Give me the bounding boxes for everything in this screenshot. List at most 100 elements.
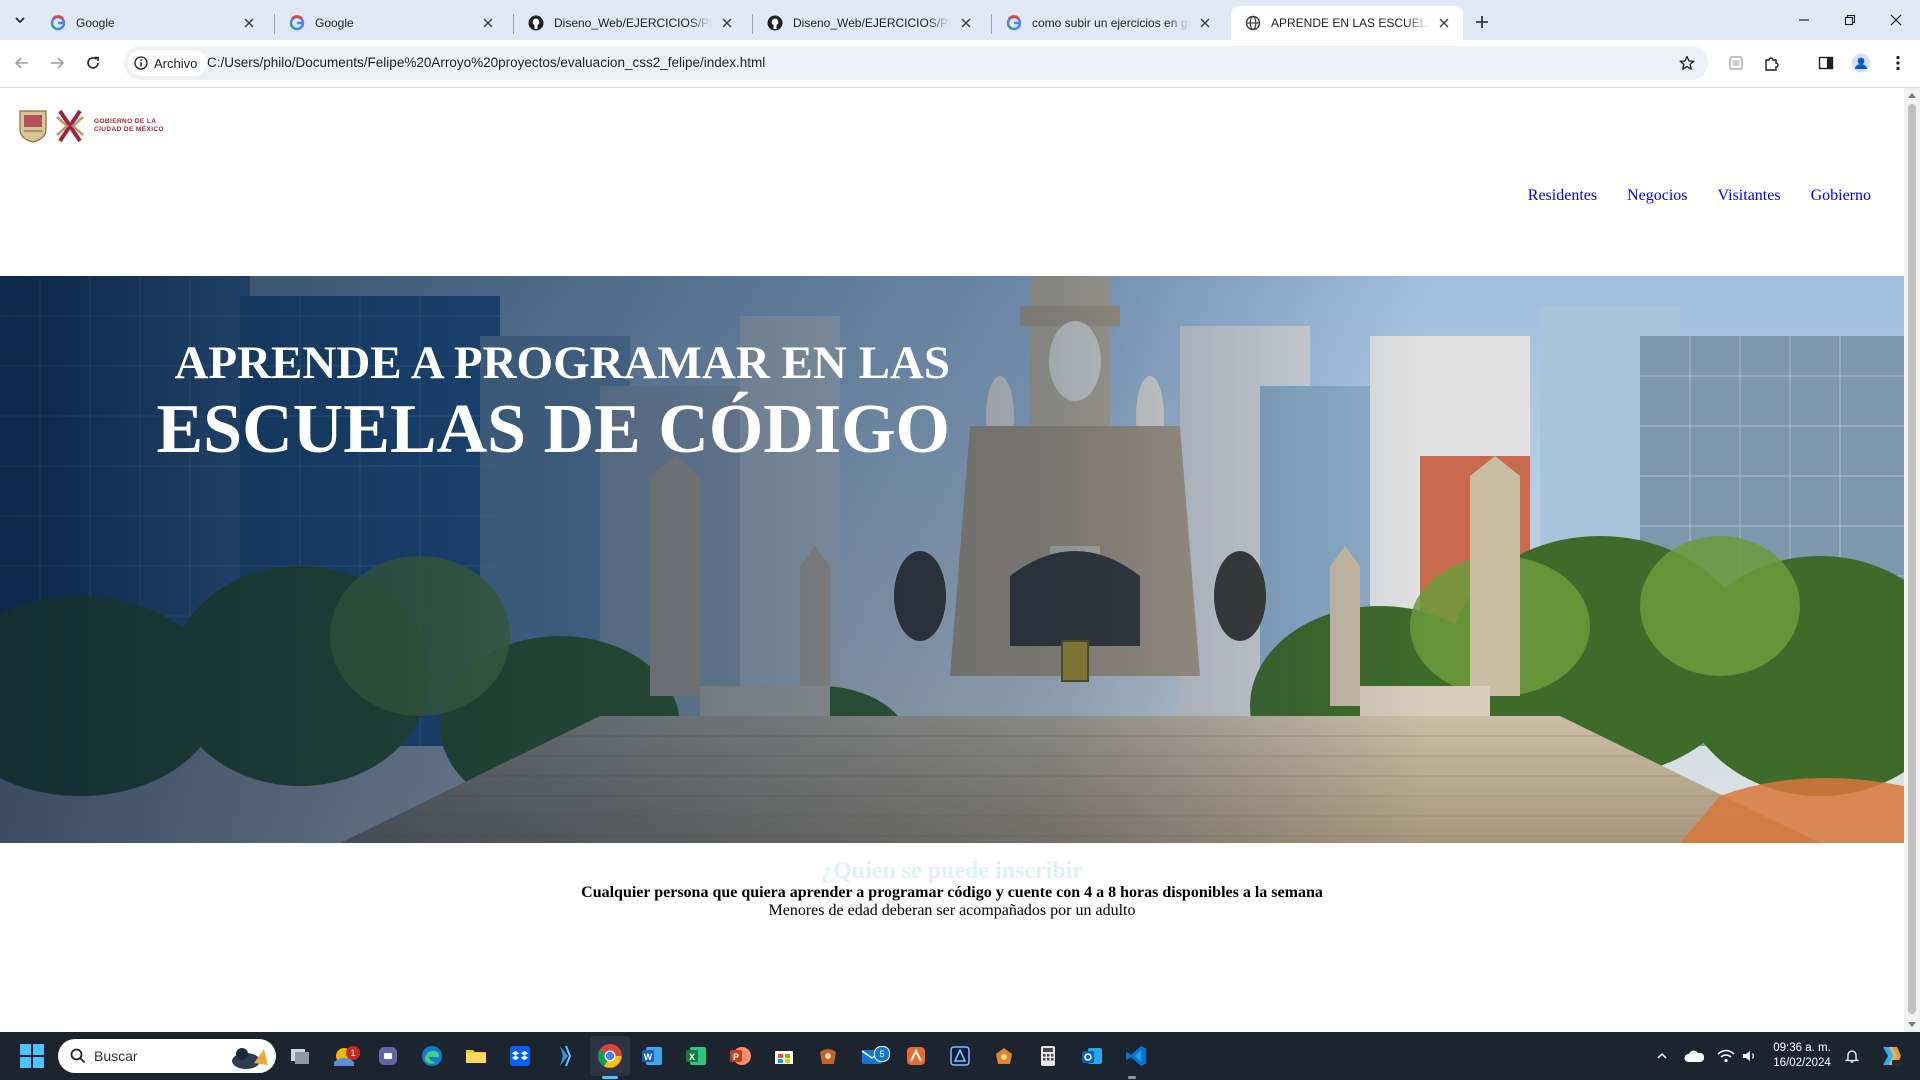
powerpoint-icon[interactable]: P (726, 1042, 754, 1070)
file-explorer-icon[interactable] (462, 1042, 490, 1070)
clock-time: 09:36 a. m. (1773, 1042, 1831, 1054)
globe-icon (1245, 15, 1261, 31)
bookmark-button[interactable] (1676, 52, 1698, 74)
onedrive-icon[interactable] (1684, 1046, 1704, 1066)
github-icon (528, 15, 544, 31)
nav-link-visitantes[interactable]: Visitantes (1718, 187, 1781, 205)
mail-icon[interactable]: 5 (858, 1042, 890, 1070)
clock[interactable]: 09:36 a. m. 16/02/2024 (1762, 1041, 1842, 1071)
widgets-icon[interactable]: 1 (330, 1042, 360, 1070)
arrow-right-icon (51, 57, 65, 69)
photo-editor-icon[interactable] (902, 1042, 930, 1070)
site-info-chip[interactable]: Archivo (128, 50, 208, 76)
excel-icon[interactable]: X (682, 1042, 710, 1070)
microsoft-store-icon[interactable] (770, 1042, 798, 1070)
notifications-bell-icon[interactable] (1842, 1046, 1862, 1066)
cdmx-logo[interactable]: GOBIERNO DE LA CIUDAD DE MÉXICO (18, 106, 164, 146)
url-text[interactable]: C:/Users/philo/Documents/Felipe%20Arroyo… (207, 55, 765, 70)
hero-title-line1: APRENDE A PROGRAMAR EN LAS (174, 337, 950, 389)
google-g-icon (289, 15, 305, 31)
svg-text:X: X (689, 1052, 695, 1062)
extensions-button[interactable] (1760, 51, 1784, 75)
nav-link-gobierno[interactable]: Gobierno (1811, 187, 1871, 205)
google-g-icon (1006, 15, 1022, 31)
eligibility-text: Cualquier persona que quiera aprender a … (581, 884, 1323, 901)
tab-title: Google (315, 16, 354, 30)
vertical-scrollbar[interactable] (1904, 88, 1920, 1032)
search-placeholder: Buscar (94, 1048, 138, 1064)
calculator-icon[interactable] (1034, 1042, 1062, 1070)
page-action-button[interactable] (1724, 51, 1748, 75)
close-tab-icon[interactable] (718, 14, 736, 32)
close-tab-icon[interactable] (479, 14, 497, 32)
outlook-icon[interactable] (1078, 1042, 1106, 1070)
address-bar[interactable]: Archivo C:/Users/philo/Documents/Felipe%… (124, 46, 1708, 80)
scroll-up-arrow[interactable] (1908, 93, 1916, 98)
edge-browser-icon[interactable] (418, 1042, 446, 1070)
reload-button[interactable] (81, 51, 105, 75)
browser-tab[interactable]: como subir un ejercicios en github (992, 6, 1224, 40)
svg-text:P: P (733, 1052, 739, 1062)
windows-taskbar: Buscar 1 W X P 5 09:36 a. m. 16/02/2024 (0, 1032, 1920, 1080)
minimize-button[interactable] (1782, 0, 1826, 40)
scrollbar-thumb[interactable] (1908, 104, 1916, 1014)
tray-overflow-icon[interactable] (1652, 1046, 1672, 1066)
forward-button[interactable] (45, 51, 69, 75)
hero-title-line2: ESCUELAS DE CÓDIGO (156, 391, 950, 468)
azure-data-studio-icon[interactable] (550, 1042, 578, 1070)
browser-tab[interactable]: Diseno_Web/EJERCICIOS/PROYECTOS (514, 6, 746, 40)
scroll-down-arrow[interactable] (1908, 1022, 1916, 1027)
browser-toolbar: Archivo C:/Users/philo/Documents/Felipe%… (0, 40, 1920, 88)
browser-tab[interactable]: Google (275, 6, 507, 40)
nav-link-residentes[interactable]: Residentes (1528, 187, 1597, 205)
arrow-left-icon (14, 57, 28, 69)
cdmx-emblem-icon (56, 109, 84, 143)
word-icon[interactable]: W (638, 1042, 666, 1070)
close-tab-icon[interactable] (1435, 14, 1453, 32)
teams-chat-icon[interactable] (374, 1042, 402, 1070)
side-panel-button[interactable] (1814, 51, 1838, 75)
restore-button[interactable] (1828, 0, 1872, 40)
page-viewport: GOBIERNO DE LA CIUDAD DE MÉXICO Resident… (0, 88, 1904, 1032)
site-chip-label: Archivo (154, 55, 198, 71)
browser-tab[interactable]: Google (36, 6, 268, 40)
close-window-button[interactable] (1874, 0, 1918, 40)
tab-search-button[interactable] (8, 8, 32, 32)
close-tab-icon[interactable] (240, 14, 258, 32)
nav-link-negocios[interactable]: Negocios (1627, 187, 1687, 205)
drawing-app-icon[interactable] (946, 1042, 974, 1070)
windows-logo-icon (20, 1044, 31, 1055)
tab-title: como subir un ejercicios en github (1032, 16, 1190, 30)
coat-of-arms-icon (19, 110, 47, 143)
paint-app-icon[interactable] (990, 1042, 1018, 1070)
start-button[interactable] (20, 1044, 44, 1068)
star-icon (1679, 55, 1695, 70)
chrome-browser-icon[interactable] (596, 1042, 624, 1070)
wifi-icon[interactable] (1716, 1046, 1736, 1066)
vscode-icon[interactable] (1122, 1042, 1150, 1070)
browser-tab[interactable]: Diseno_Web/EJERCICIOS/PROYECTOS (753, 6, 985, 40)
minimize-icon (1799, 19, 1809, 21)
browser-menu-button[interactable] (1886, 51, 1910, 75)
profile-button[interactable] (1849, 51, 1873, 75)
close-tab-icon[interactable] (957, 14, 975, 32)
browser-tab-active[interactable]: APRENDE EN LAS ESCUELAS DE CÓDIGO (1231, 6, 1463, 40)
reload-icon (87, 56, 99, 69)
tab-title: Diseno_Web/EJERCICIOS/PROYECTOS (793, 16, 951, 30)
google-g-icon (50, 15, 66, 31)
taskbar-search-box[interactable]: Buscar (58, 1039, 276, 1073)
new-tab-button[interactable] (1470, 10, 1494, 34)
game-app-icon[interactable] (814, 1042, 842, 1070)
dropbox-icon[interactable] (506, 1042, 534, 1070)
minors-note: Menores de edad deberan ser acompañados … (768, 902, 1136, 919)
close-icon (1890, 14, 1902, 26)
copilot-icon[interactable] (1876, 1042, 1904, 1070)
vscode-running-indicator (1128, 1076, 1136, 1079)
volume-icon[interactable] (1740, 1046, 1760, 1066)
clock-date: 16/02/2024 (1773, 1057, 1831, 1069)
close-tab-icon[interactable] (1196, 14, 1214, 32)
tab-title: Google (76, 16, 115, 30)
logo-wordmark: GOBIERNO DE LA CIUDAD DE MÉXICO (94, 118, 164, 134)
back-button[interactable] (10, 51, 34, 75)
task-view-icon[interactable] (286, 1042, 314, 1070)
